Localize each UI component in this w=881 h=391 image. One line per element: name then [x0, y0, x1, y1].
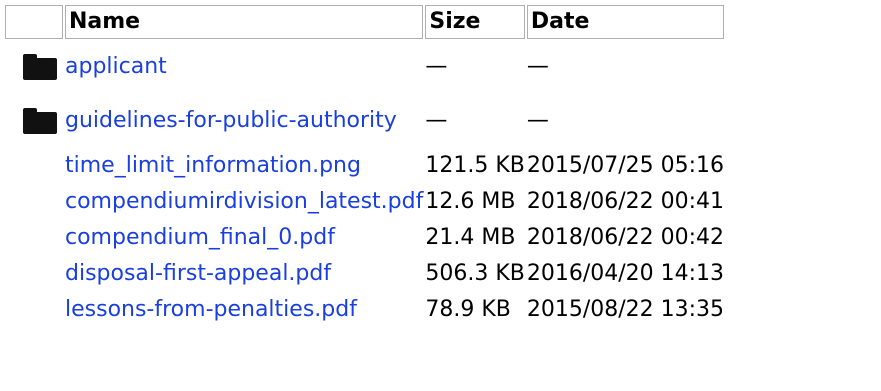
folder-icon-cell — [5, 41, 63, 93]
file-name-cell: time_limit_information.png — [65, 149, 423, 183]
folder-icon — [23, 53, 57, 80]
file-size: 21.4 MB — [425, 224, 516, 250]
folder-row-applicant: applicant — — — [5, 41, 724, 93]
folder-size: — — [425, 107, 448, 133]
name-column-header[interactable]: Name — [65, 5, 424, 39]
file-size: 12.6 MB — [425, 188, 516, 214]
file-icon-cell — [5, 293, 63, 327]
file-link[interactable]: compendiumirdivision_latest.pdf — [65, 189, 423, 214]
file-date: 2015/08/22 13:35 — [526, 296, 725, 322]
file-name-cell: compendium_final_0.pdf — [65, 221, 423, 255]
file-name-cell: disposal-first-appeal.pdf — [65, 257, 423, 291]
file-date: 2015/07/25 05:16 — [526, 152, 725, 178]
folder-row-guidelines: guidelines-for-public-authority — — — [5, 95, 724, 147]
icon-column-header — [5, 5, 63, 39]
file-row: compendium_final_0.pdf 21.4 MB 2018/06/2… — [5, 221, 724, 255]
file-name-cell: compendiumirdivision_latest.pdf — [65, 185, 423, 219]
file-date: 2016/04/20 14:13 — [526, 260, 725, 286]
folder-icon-cell — [5, 95, 63, 147]
file-name-cell: lessons-from-penalties.pdf — [65, 293, 423, 327]
file-date: 2018/06/22 00:41 — [526, 188, 725, 214]
folder-size: — — [425, 53, 448, 79]
file-row: compendiumirdivision_latest.pdf 12.6 MB … — [5, 185, 724, 219]
file-row: disposal-first-appeal.pdf 506.3 KB 2016/… — [5, 257, 724, 291]
file-size: 121.5 KB — [425, 152, 525, 178]
file-link[interactable]: compendium_final_0.pdf — [65, 225, 335, 250]
folder-name-cell: guidelines-for-public-authority — [65, 95, 423, 147]
folder-icon — [23, 107, 57, 134]
header-row: Name Size Date — [5, 5, 725, 39]
file-link[interactable]: disposal-first-appeal.pdf — [65, 261, 331, 286]
folder-name-cell: applicant — [65, 41, 423, 93]
file-icon-cell — [5, 149, 63, 183]
file-icon-cell — [5, 221, 63, 255]
file-row: lessons-from-penalties.pdf 78.9 KB 2015/… — [5, 293, 724, 327]
file-link[interactable]: time_limit_information.png — [65, 153, 361, 178]
file-icon-cell — [5, 185, 63, 219]
file-row: time_limit_information.png 121.5 KB 2015… — [5, 149, 724, 183]
size-column-header[interactable]: Size — [425, 5, 525, 39]
folder-link-guidelines-for-public-authority[interactable]: guidelines-for-public-authority — [65, 108, 397, 133]
folder-date: — — [526, 53, 549, 79]
date-column-header[interactable]: Date — [526, 5, 725, 39]
file-date: 2018/06/22 00:42 — [526, 224, 725, 250]
folder-link-applicant[interactable]: applicant — [65, 54, 167, 79]
folder-date: — — [526, 107, 549, 133]
file-size: 78.9 KB — [425, 296, 511, 322]
file-link[interactable]: lessons-from-penalties.pdf — [65, 297, 357, 322]
file-icon-cell — [5, 257, 63, 291]
file-listing-table: Name Size Date applicant — — guidelines-… — [3, 3, 726, 329]
file-size: 506.3 KB — [425, 260, 525, 286]
